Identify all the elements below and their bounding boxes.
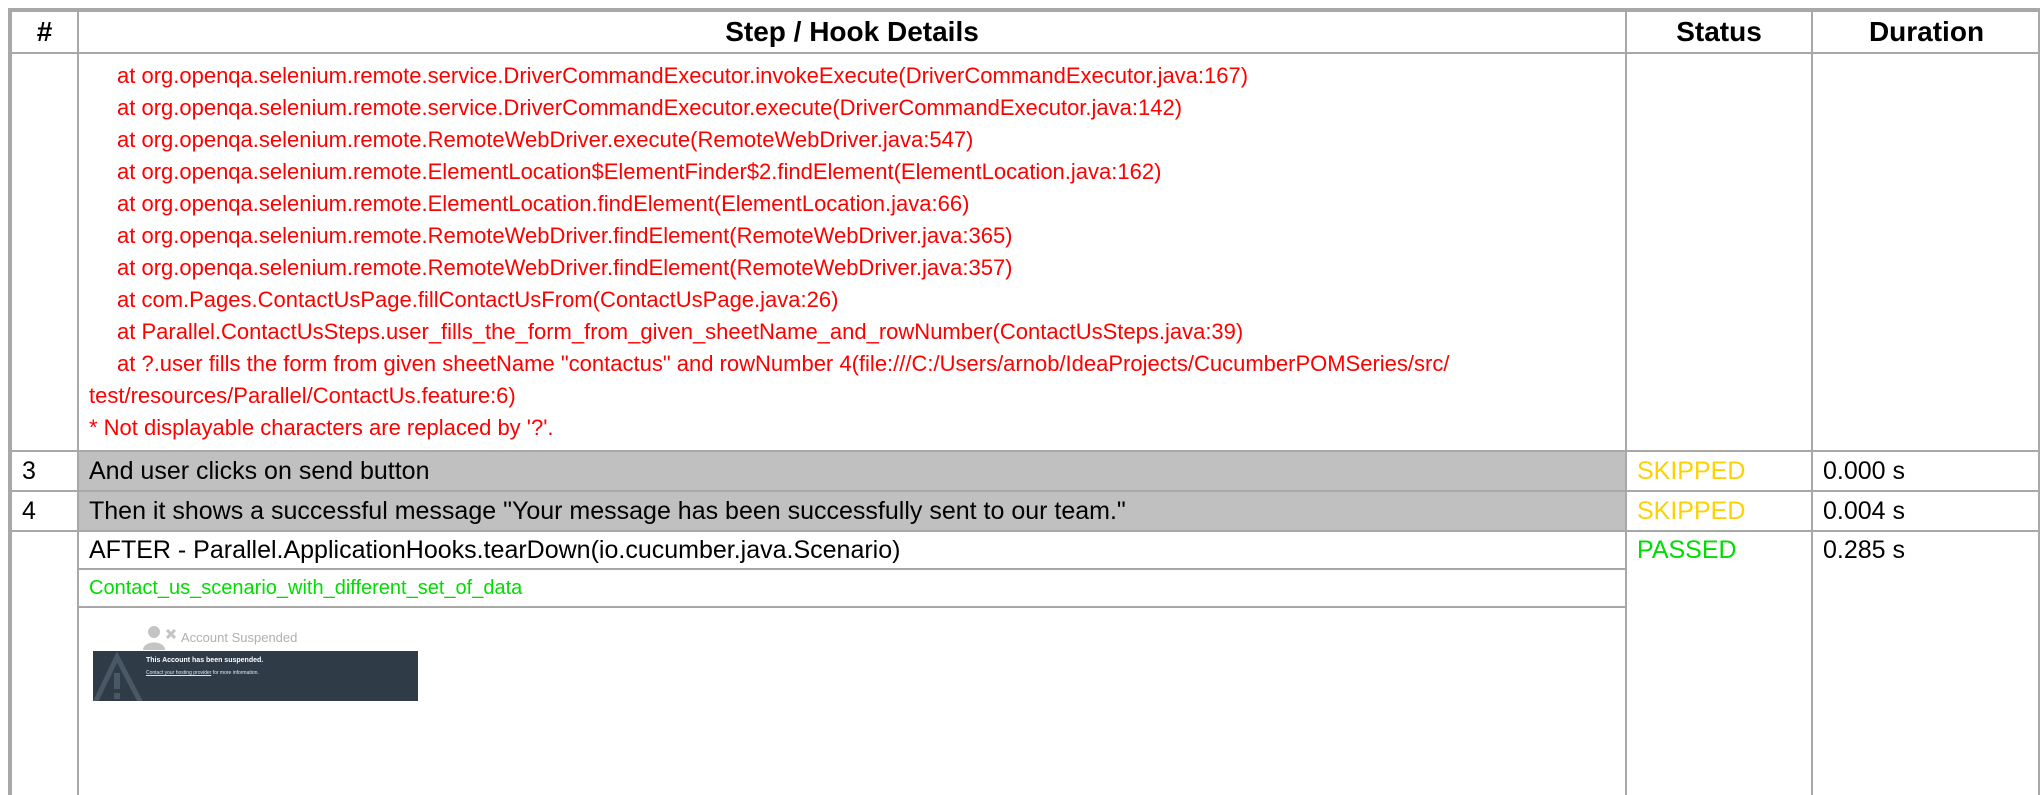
step-duration: 0.000 s [1811,450,2038,492]
after-hook-num [10,530,79,795]
step-num: 4 [10,490,79,532]
after-hook-duration-cell: 0.285 s [1811,530,2038,795]
trace-line: at org.openqa.selenium.remote.service.Dr… [117,95,1183,120]
step-report: # Step / Hook Details Status Duration at… [8,8,2040,795]
stack-trace-row: at org.openqa.selenium.remote.service.Dr… [10,52,2038,452]
trace-note: * Not displayable characters are replace… [89,415,554,440]
header-num[interactable]: # [10,10,79,54]
trace-line: at com.Pages.ContactUsPage.fillContactUs… [117,287,839,312]
after-hook-status: PASSED [1637,536,1737,564]
stack-trace-num [10,52,79,452]
step-duration: 0.004 s [1811,490,2038,532]
trace-line: at ?.user fills the form from given shee… [117,351,1450,376]
suspended-banner: This Account has been suspended. Contact… [93,651,418,701]
banner-link[interactable]: Contact your hosting provider [146,670,211,676]
table-header-row: # Step / Hook Details Status Duration [10,10,2038,54]
embedded-screenshot[interactable]: Account Suspended This Account has been … [93,623,418,701]
trace-line: at org.openqa.selenium.remote.RemoteWebD… [117,223,1013,248]
table-row[interactable]: 3 And user clicks on send button SKIPPED… [10,450,2038,492]
screenshot-container: Account Suspended This Account has been … [79,608,1625,795]
banner-sub-text: for more information. [211,670,259,676]
trace-line: at org.openqa.selenium.remote.ElementLoc… [117,191,970,216]
trace-line: at org.openqa.selenium.remote.service.Dr… [117,63,1249,88]
step-status: SKIPPED [1625,450,1813,492]
after-hook-status-cell: PASSED [1625,530,1813,795]
banner-sub: Contact your hosting provider for more i… [146,670,259,676]
screenshot-caption: Account Suspended [143,623,297,651]
steps-table: # Step / Hook Details Status Duration at… [10,10,2038,795]
after-hook-details: AFTER - Parallel.ApplicationHooks.tearDo… [77,530,1627,795]
step-status: SKIPPED [1625,490,1813,532]
step-text[interactable]: Then it shows a successful message "Your… [77,490,1627,532]
header-status[interactable]: Status [1625,10,1813,54]
banner-heading: This Account has been suspended. [146,657,264,664]
after-hook-duration: 0.285 s [1823,536,1906,564]
after-hook-title[interactable]: AFTER - Parallel.ApplicationHooks.tearDo… [79,532,1625,570]
trace-line: at org.openqa.selenium.remote.RemoteWebD… [117,255,1013,280]
trace-line-wrap: test/resources/Parallel/ContactUs.featur… [89,383,516,408]
table-row[interactable]: 4 Then it shows a successful message "Yo… [10,490,2038,532]
after-hook-row[interactable]: AFTER - Parallel.ApplicationHooks.tearDo… [10,530,2038,795]
step-num: 3 [10,450,79,492]
scenario-name[interactable]: Contact_us_scenario_with_different_set_o… [79,570,1625,608]
screenshot-caption-text: Account Suspended [181,629,298,645]
header-details[interactable]: Step / Hook Details [77,10,1627,54]
stack-trace-duration [1811,52,2038,452]
stack-trace: at org.openqa.selenium.remote.service.Dr… [77,52,1627,452]
trace-line: at org.openqa.selenium.remote.RemoteWebD… [117,127,974,152]
step-text[interactable]: And user clicks on send button [77,450,1627,492]
header-duration[interactable]: Duration [1811,10,2038,54]
trace-line: at org.openqa.selenium.remote.ElementLoc… [117,159,1162,184]
trace-line: at Parallel.ContactUsSteps.user_fills_th… [117,319,1244,344]
user-x-icon [143,626,177,650]
stack-trace-status [1625,52,1813,452]
